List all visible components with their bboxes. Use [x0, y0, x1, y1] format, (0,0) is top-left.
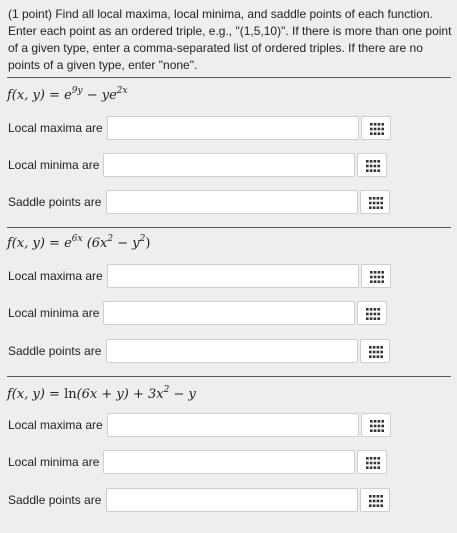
- grid-icon: [369, 495, 383, 507]
- answer-p1-local-maxima[interactable]: [107, 116, 359, 140]
- function-1: f(x, y) = e9y − ye2x: [7, 86, 128, 103]
- answer-p1-local-minima[interactable]: [103, 153, 355, 177]
- answer-p2-saddle-points[interactable]: [106, 339, 358, 363]
- label-p2-local-minima: Local minima are: [8, 306, 100, 320]
- instructions: (1 point) Find all local maxima, local m…: [8, 7, 452, 72]
- answer-helper-button[interactable]: [360, 488, 390, 512]
- answer-p3-saddle-points[interactable]: [106, 488, 358, 512]
- function-2: f(x, y) = e6x (6x2 − y2): [7, 234, 151, 251]
- divider-1: [7, 227, 451, 228]
- label-p2-saddle-points: Saddle points are: [8, 344, 102, 358]
- label-p2-local-maxima: Local maxima are: [8, 269, 103, 283]
- answer-helper-button[interactable]: [361, 116, 391, 140]
- label-p3-local-maxima: Local maxima are: [8, 418, 103, 432]
- answer-helper-button[interactable]: [360, 190, 390, 214]
- answer-p2-local-minima[interactable]: [103, 301, 355, 325]
- label-p3-saddle-points: Saddle points are: [8, 493, 102, 507]
- answer-p3-local-minima[interactable]: [103, 450, 355, 474]
- label-p1-local-maxima: Local maxima are: [8, 121, 103, 135]
- grid-icon: [370, 123, 384, 135]
- answer-helper-button[interactable]: [357, 301, 387, 325]
- function-3: f(x, y) = ln(6x + y) + 3x2 − y: [7, 385, 196, 402]
- label-p1-saddle-points: Saddle points are: [8, 195, 102, 209]
- grid-icon: [366, 308, 380, 320]
- grid-icon: [370, 420, 384, 432]
- answer-p1-saddle-points[interactable]: [106, 190, 358, 214]
- answer-helper-button[interactable]: [357, 153, 387, 177]
- answer-helper-button[interactable]: [357, 450, 387, 474]
- answer-helper-button[interactable]: [361, 264, 391, 288]
- grid-icon: [369, 197, 383, 209]
- divider-2: [7, 376, 451, 377]
- grid-icon: [366, 160, 380, 172]
- grid-icon: [370, 271, 384, 283]
- grid-icon: [369, 346, 383, 358]
- label-p1-local-minima: Local minima are: [8, 158, 100, 172]
- answer-helper-button[interactable]: [361, 413, 391, 437]
- answer-helper-button[interactable]: [360, 339, 390, 363]
- label-p3-local-minima: Local minima are: [8, 455, 100, 469]
- answer-p3-local-maxima[interactable]: [107, 413, 359, 437]
- answer-p2-local-maxima[interactable]: [107, 264, 359, 288]
- divider-top: [7, 77, 451, 78]
- grid-icon: [366, 457, 380, 469]
